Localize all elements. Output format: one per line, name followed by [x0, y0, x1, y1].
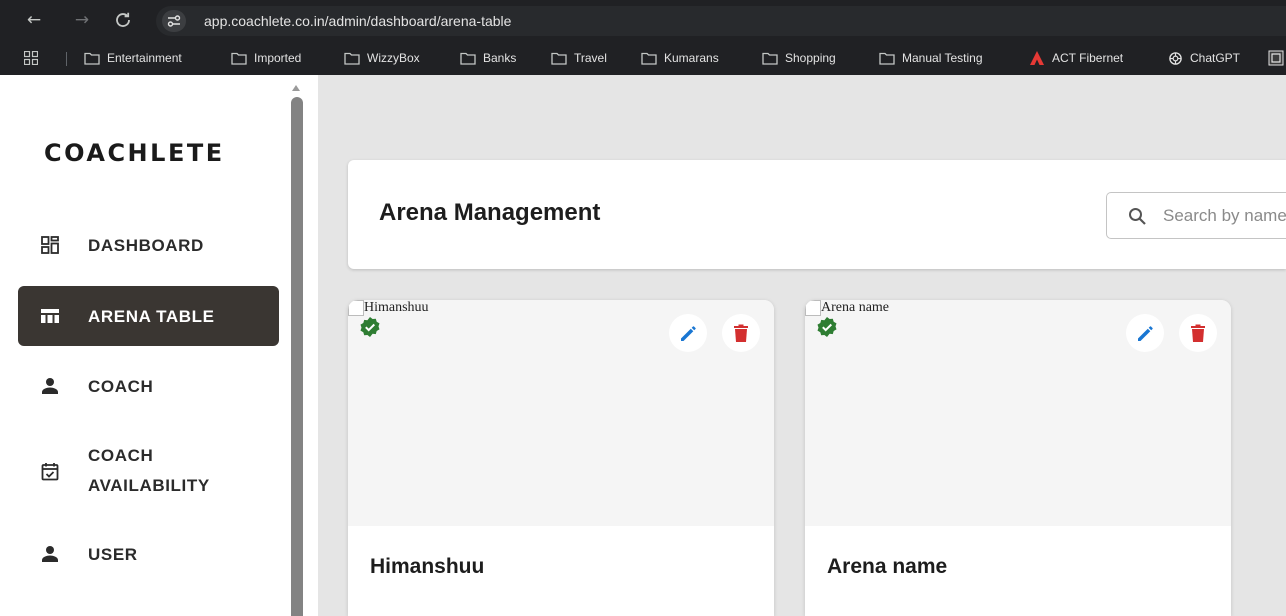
folder-icon — [762, 52, 778, 65]
verified-icon — [360, 317, 380, 337]
bookmark-label: WizzyBox — [367, 51, 420, 65]
bookmark-label: Manual Testing — [902, 51, 983, 65]
bookmark-label: Imported — [254, 51, 302, 65]
bookmark-imported[interactable]: Imported — [231, 48, 301, 68]
person-icon — [40, 544, 60, 564]
arena-image: Himanshuu — [348, 300, 774, 526]
bookmark-label: Banks — [483, 51, 517, 65]
bookmark-entertainment[interactable]: Entertainment — [84, 48, 182, 68]
scrollbar-thumb[interactable] — [291, 97, 303, 616]
arena-card[interactable]: Himanshuu Himanshuu — [348, 300, 774, 616]
app-logo[interactable]: COACHLETE — [44, 139, 225, 167]
sidebar-item-label: ARENA TABLE — [88, 306, 215, 326]
bookmark-label: ACT Fibernet — [1052, 51, 1124, 65]
dashboard-icon — [40, 235, 60, 255]
url-text[interactable]: app.coachlete.co.in/admin/dashboard/aren… — [204, 13, 511, 29]
bookmark-banks[interactable]: Banks — [460, 48, 516, 68]
folder-icon — [460, 52, 476, 65]
sidebar-item-dashboard[interactable]: DASHBOARD — [18, 215, 279, 275]
bookmark-label: ChatGPT — [1190, 51, 1241, 65]
arena-name: Arena name — [827, 555, 948, 578]
calendar-check-icon — [40, 461, 60, 481]
person-icon — [40, 376, 60, 396]
back-icon[interactable]: ← — [24, 10, 44, 30]
bookmark-overflow-item[interactable] — [1268, 48, 1284, 68]
address-bar[interactable]: app.coachlete.co.in/admin/dashboard/aren… — [156, 6, 1286, 36]
bookmarks-bar: Entertainment Imported WizzyBox Banks Tr… — [0, 40, 1286, 75]
forward-icon[interactable]: → — [72, 10, 92, 30]
sidebar-item-user[interactable]: USER — [18, 524, 279, 584]
page-title: Arena Management — [379, 199, 601, 226]
sidebar-item-arena-table[interactable]: ARENA TABLE — [18, 286, 279, 346]
bookmark-chatgpt[interactable]: ChatGPT — [1168, 48, 1240, 68]
extension-icon — [1268, 50, 1284, 66]
broken-image-icon — [348, 300, 364, 316]
edit-button[interactable] — [1126, 314, 1164, 352]
broken-image: Arena name — [805, 300, 889, 316]
folder-icon — [344, 52, 360, 65]
apps-icon[interactable] — [24, 51, 38, 65]
bookmark-act-fibernet[interactable]: ACT Fibernet — [1029, 48, 1123, 68]
chatgpt-icon — [1169, 51, 1182, 65]
bookmark-wizzybox[interactable]: WizzyBox — [344, 48, 420, 68]
reload-icon[interactable] — [113, 10, 133, 30]
browser-toolbar: ← → app.coachlete.co.in/admin/dashboard/… — [0, 0, 1286, 40]
bookmark-travel[interactable]: Travel — [551, 48, 607, 68]
browser-chrome: ← → app.coachlete.co.in/admin/dashboard/… — [0, 0, 1286, 75]
label-line: AVAILABILITY — [88, 476, 210, 495]
site-info-icon[interactable] — [162, 10, 186, 32]
bookmark-label: Shopping — [785, 51, 836, 65]
broken-image-icon — [805, 300, 821, 316]
search-box[interactable] — [1106, 192, 1286, 239]
sidebar-item-label: DASHBOARD — [88, 235, 204, 255]
image-alt-text: Himanshuu — [364, 300, 429, 315]
delete-button[interactable] — [722, 314, 760, 352]
bookmark-label: Entertainment — [107, 51, 182, 65]
trash-icon — [734, 324, 748, 342]
broken-image: Himanshuu — [348, 300, 429, 316]
search-input[interactable] — [1163, 204, 1286, 228]
verified-icon — [817, 317, 837, 337]
search-icon — [1129, 208, 1146, 225]
folder-icon — [84, 52, 100, 65]
sidebar-item-coach-availability[interactable]: COACH AVAILABILITY — [18, 439, 279, 503]
bookmark-label: Travel — [574, 51, 607, 65]
arena-image: Arena name — [805, 300, 1231, 526]
sidebar-item-coach[interactable]: COACH — [18, 356, 279, 416]
pencil-icon — [1137, 325, 1153, 341]
bookmark-manual-testing[interactable]: Manual Testing — [879, 48, 983, 68]
table-icon — [40, 306, 60, 326]
pencil-icon — [680, 325, 696, 341]
folder-icon — [641, 52, 657, 65]
arena-name: Himanshuu — [370, 555, 485, 578]
sidebar-item-label: COACH AVAILABILITY — [88, 441, 210, 501]
folder-icon — [879, 52, 895, 65]
delete-button[interactable] — [1179, 314, 1217, 352]
folder-icon — [551, 52, 567, 65]
act-logo-icon — [1030, 51, 1044, 65]
label-line: COACH — [88, 446, 154, 465]
folder-icon — [231, 52, 247, 65]
scroll-up-arrow[interactable] — [292, 85, 300, 91]
sidebar-item-label: COACH — [88, 376, 154, 396]
bookmark-shopping[interactable]: Shopping — [762, 48, 836, 68]
bookmarks-separator — [66, 52, 67, 66]
edit-button[interactable] — [669, 314, 707, 352]
sidebar-item-label: USER — [88, 544, 138, 564]
bookmark-kumarans[interactable]: Kumarans — [641, 48, 719, 68]
bookmark-label: Kumarans — [664, 51, 719, 65]
image-alt-text: Arena name — [821, 300, 890, 315]
arena-card[interactable]: Arena name Arena name — [805, 300, 1231, 616]
trash-icon — [1191, 324, 1205, 342]
